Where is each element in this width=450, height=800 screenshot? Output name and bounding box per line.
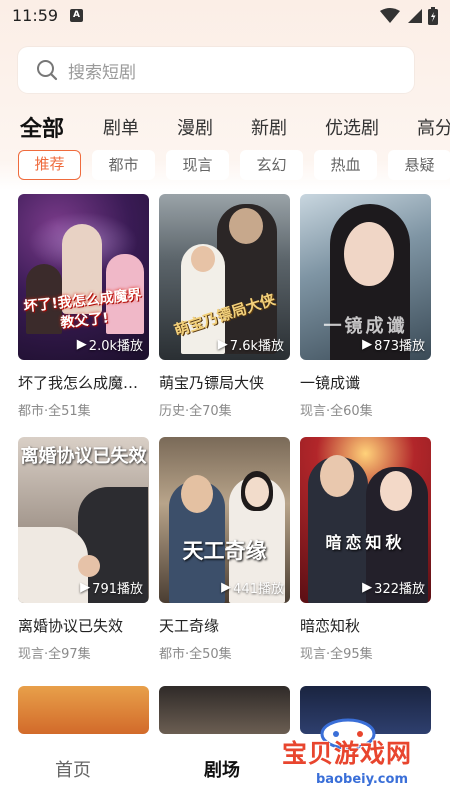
drama-title: 萌宝乃镖局大侠 bbox=[159, 374, 265, 392]
genre-tab-urban[interactable]: 都市 bbox=[92, 150, 155, 180]
nav-home[interactable]: 首页 bbox=[55, 756, 91, 782]
notification-icon: A bbox=[70, 9, 83, 22]
drama-poster[interactable]: 天工奇缘 ▶ 441播放 bbox=[159, 437, 290, 603]
drama-card[interactable]: 一镜成谶 ▶ 873播放 一镜成谶 现言·全60集 bbox=[300, 194, 434, 419]
tab-selected[interactable]: 优选剧 bbox=[325, 114, 379, 140]
drama-title: 暗恋知秋 bbox=[300, 617, 361, 635]
watermark-text: 宝贝游戏网 bbox=[282, 739, 413, 768]
poster-title-art: 天工奇缘 bbox=[182, 538, 267, 563]
drama-meta: 历史·全70集 bbox=[159, 404, 232, 419]
status-icons bbox=[380, 7, 438, 25]
genre-tab-recommend[interactable]: 推荐 bbox=[18, 150, 81, 180]
drama-poster[interactable]: 一镜成谶 ▶ 873播放 bbox=[300, 194, 431, 360]
signal-icon bbox=[408, 9, 422, 23]
genre-tab-romance[interactable]: 现言 bbox=[166, 150, 229, 180]
drama-poster[interactable]: 离婚协议已失效 ▶ 791播放 bbox=[18, 437, 149, 603]
poster-title-art: 离婚协议已失效 bbox=[20, 446, 147, 467]
poster-title-art: 暗恋知秋 bbox=[325, 533, 406, 552]
drama-poster[interactable]: 暗恋知秋 ▶ 322播放 bbox=[300, 437, 431, 603]
tab-high-score[interactable]: 高分 bbox=[417, 114, 450, 140]
watermark-url: baobeiy.com bbox=[316, 772, 408, 787]
tab-new[interactable]: 新剧 bbox=[251, 114, 287, 140]
battery-icon bbox=[428, 7, 438, 25]
play-icon: ▶ bbox=[76, 337, 87, 352]
drama-title: 天工奇缘 bbox=[159, 617, 220, 635]
drama-card[interactable] bbox=[18, 686, 152, 734]
play-icon: ▶ bbox=[221, 580, 232, 595]
drama-card[interactable]: 坏了!我怎么成魔界教父了! ▶ 2.0k播放 坏了我怎么成魔… 都市·全51集 bbox=[18, 194, 152, 419]
play-icon: ▶ bbox=[217, 337, 228, 352]
play-count: ▶ 7.6k播放 bbox=[217, 337, 284, 354]
play-count: ▶ 441播放 bbox=[221, 580, 284, 597]
drama-card[interactable]: 离婚协议已失效 ▶ 791播放 离婚协议已失效 现言·全97集 bbox=[18, 437, 152, 662]
drama-meta: 现言·全97集 bbox=[18, 647, 91, 662]
drama-card[interactable] bbox=[159, 686, 293, 734]
play-count: ▶ 322播放 bbox=[362, 580, 425, 597]
drama-poster[interactable]: 萌宝乃镖局大侠 ▶ 7.6k播放 bbox=[159, 194, 290, 360]
genre-tabs: 推荐 都市 现言 玄幻 热血 悬疑 bbox=[0, 150, 450, 182]
genre-tab-action[interactable]: 热血 bbox=[314, 150, 377, 180]
play-count: ▶ 791播放 bbox=[80, 580, 143, 597]
drama-title: 坏了我怎么成魔… bbox=[18, 374, 139, 392]
play-count: ▶ 2.0k播放 bbox=[76, 337, 143, 354]
genre-tab-fantasy[interactable]: 玄幻 bbox=[240, 150, 303, 180]
drama-meta: 都市·全51集 bbox=[18, 404, 91, 419]
drama-meta: 现言·全95集 bbox=[300, 647, 373, 662]
drama-card[interactable]: 天工奇缘 ▶ 441播放 天工奇缘 都市·全50集 bbox=[159, 437, 293, 662]
nav-theater[interactable]: 剧场 bbox=[204, 756, 240, 782]
genre-tab-mystery[interactable]: 悬疑 bbox=[388, 150, 450, 180]
main-tabs: 全部 剧单 漫剧 新剧 优选剧 高分 bbox=[0, 110, 450, 146]
wifi-icon bbox=[380, 8, 400, 23]
drama-poster[interactable] bbox=[18, 686, 149, 734]
tab-all[interactable]: 全部 bbox=[20, 111, 64, 143]
tab-playlist[interactable]: 剧单 bbox=[103, 114, 139, 140]
search-icon bbox=[37, 60, 58, 81]
play-count: ▶ 873播放 bbox=[362, 337, 425, 354]
tab-comic[interactable]: 漫剧 bbox=[177, 114, 213, 140]
drama-card[interactable]: 暗恋知秋 ▶ 322播放 暗恋知秋 现言·全95集 bbox=[300, 437, 434, 662]
drama-poster[interactable]: 坏了!我怎么成魔界教父了! ▶ 2.0k播放 bbox=[18, 194, 149, 360]
drama-meta: 现言·全60集 bbox=[300, 404, 373, 419]
play-icon: ▶ bbox=[362, 580, 373, 595]
watermark-logo: 宝贝游戏网 baobeiy.com bbox=[270, 718, 445, 798]
drama-title: 离婚协议已失效 bbox=[18, 617, 124, 635]
search-placeholder: 搜索短剧 bbox=[68, 62, 136, 83]
status-bar: 11:59 A bbox=[0, 0, 450, 34]
drama-card[interactable]: 萌宝乃镖局大侠 ▶ 7.6k播放 萌宝乃镖局大侠 历史·全70集 bbox=[159, 194, 293, 419]
drama-meta: 都市·全50集 bbox=[159, 647, 232, 662]
drama-title: 一镜成谶 bbox=[300, 374, 361, 392]
play-icon: ▶ bbox=[362, 337, 373, 352]
play-icon: ▶ bbox=[80, 580, 91, 595]
drama-poster[interactable] bbox=[159, 686, 290, 734]
search-input[interactable]: 搜索短剧 bbox=[18, 47, 414, 93]
status-time: 11:59 bbox=[12, 6, 59, 25]
